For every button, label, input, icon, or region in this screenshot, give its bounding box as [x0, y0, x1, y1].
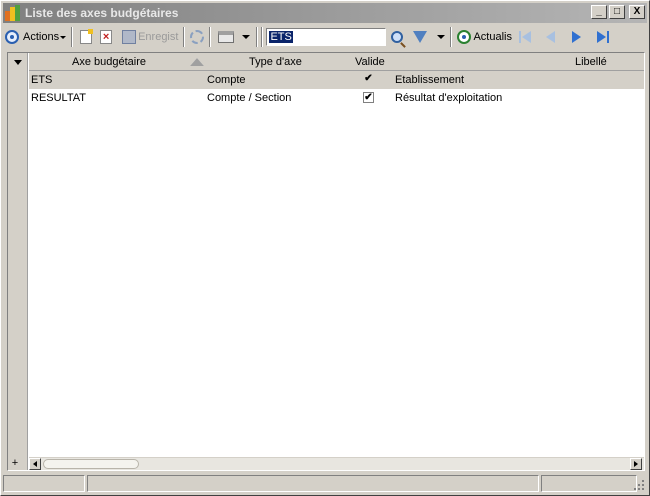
status-bar [3, 475, 647, 493]
title-bar: Liste des axes budgétaires _ □ X [3, 3, 647, 23]
valide-checkbox[interactable]: ✔ [363, 74, 374, 85]
save-button[interactable]: Enregist [120, 26, 180, 48]
cell-type: Compte [207, 74, 246, 86]
chevron-down-icon [14, 59, 22, 65]
actions-icon [5, 30, 19, 44]
next-record-button[interactable] [566, 27, 588, 47]
column-header-type[interactable]: Type d'axe [249, 53, 302, 71]
valide-checkbox[interactable]: ✔ [363, 92, 374, 103]
search-icon [391, 31, 404, 43]
print-button[interactable] [216, 26, 252, 48]
refresh-button[interactable]: Actualis [455, 26, 514, 48]
scrollbar-thumb[interactable] [43, 459, 139, 469]
first-icon [521, 31, 531, 43]
search-button[interactable] [389, 26, 405, 48]
delete-button[interactable]: × [98, 26, 114, 48]
cell-libelle: Résultat d'exploitation [395, 92, 503, 104]
arrow-left-icon [33, 461, 37, 467]
previous-icon [546, 31, 556, 43]
previous-record-button[interactable] [540, 27, 562, 47]
row-selector-column [8, 53, 28, 470]
refresh-icon [457, 30, 472, 44]
grid-menu-button[interactable] [8, 53, 28, 71]
app-icon [5, 5, 21, 21]
chevron-down-icon[interactable] [437, 35, 446, 39]
chevron-down-icon [60, 35, 67, 39]
maximize-button[interactable]: □ [609, 5, 625, 19]
filter-icon [413, 31, 428, 43]
grid-header: Axe budgétaire Type d'axe Valide Libellé [29, 53, 644, 71]
status-pane-1 [3, 475, 85, 492]
new-document-icon [80, 29, 94, 44]
window-title: Liste des axes budgétaires [25, 6, 179, 20]
horizontal-scrollbar[interactable]: + [12, 457, 644, 470]
table-row[interactable]: RESULTAT Compte / Section ✔ Résultat d'e… [29, 89, 644, 107]
save-label: Enregist [138, 31, 179, 43]
scroll-left-button[interactable] [29, 458, 41, 470]
data-grid: Axe budgétaire Type d'axe Valide Libellé… [7, 52, 645, 471]
next-icon [572, 31, 582, 43]
reload-button[interactable] [188, 26, 206, 48]
window: Liste des axes budgétaires _ □ X Actions… [0, 0, 650, 496]
table-row[interactable]: ETS Compte ✔ Etablissement [29, 71, 644, 89]
cell-libelle: Etablissement [395, 74, 465, 86]
search-value: ETS [269, 31, 293, 43]
first-record-button[interactable] [514, 27, 536, 47]
printer-icon [218, 31, 235, 43]
chevron-down-icon[interactable] [242, 35, 251, 39]
column-header-valide[interactable]: Valide [355, 53, 385, 71]
cell-type: Compte / Section [207, 92, 292, 104]
cell-axe: ETS [31, 74, 53, 86]
scroll-right-button[interactable] [630, 458, 642, 470]
minimize-button[interactable]: _ [591, 5, 607, 19]
new-button[interactable] [78, 26, 94, 48]
add-row-button[interactable]: + [9, 458, 21, 470]
reload-icon [190, 30, 205, 44]
toolbar: Actions × Enregist ETS Actualis [3, 25, 647, 49]
save-icon [122, 30, 137, 44]
search-input[interactable]: ETS [266, 28, 387, 46]
actions-label: Actions [23, 31, 60, 43]
column-header-libelle[interactable]: Libellé [575, 53, 607, 71]
sort-ascending-icon [190, 58, 204, 66]
cell-axe: RESULTAT [31, 92, 87, 104]
close-button[interactable]: X [629, 5, 645, 19]
column-header-axe[interactable]: Axe budgétaire [72, 53, 146, 71]
filter-button[interactable] [411, 26, 447, 48]
arrow-right-icon [634, 461, 638, 467]
resize-grip-icon[interactable] [634, 480, 645, 491]
last-icon [596, 31, 606, 43]
refresh-label: Actualis [473, 31, 512, 43]
status-pane-3 [541, 475, 637, 492]
delete-icon: × [100, 30, 113, 44]
status-pane-2 [87, 475, 539, 492]
last-record-button[interactable] [592, 27, 614, 47]
actions-button[interactable]: Actions [3, 26, 68, 48]
